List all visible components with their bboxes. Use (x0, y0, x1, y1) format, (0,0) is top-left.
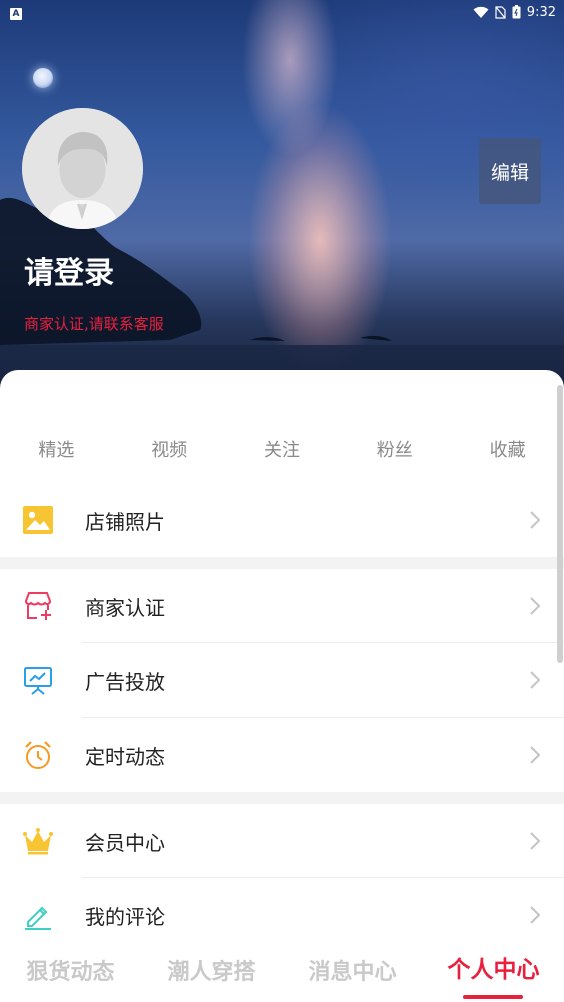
menu-item-member-center[interactable]: 会员中心 (0, 804, 564, 878)
status-time: 9:32 (526, 4, 556, 20)
alarm-clock-icon (22, 739, 54, 771)
menu-item-store-photos[interactable]: 店铺照片 (0, 483, 564, 557)
presentation-icon (22, 664, 54, 696)
menu-label: 商家认证 (85, 595, 165, 620)
chevron-right-icon (530, 746, 541, 764)
menu-item-scheduled-posts[interactable]: 定时动态 (0, 718, 564, 792)
no-sim-icon (495, 5, 506, 19)
shop-add-icon (22, 590, 54, 622)
bottom-nav: 狠货动态 潮人穿搭 消息中心 个人中心 (0, 938, 564, 1002)
stat-videos[interactable]: 视频 (113, 436, 226, 466)
chevron-right-icon (530, 671, 541, 689)
menu-label: 店铺照片 (85, 509, 165, 534)
tab-hot-goods[interactable]: 狠货动态 (0, 938, 141, 1002)
profile-header: A 9:32 请登录 商家认证,请联系客服 编辑 (0, 0, 564, 400)
tab-personal-center[interactable]: 个人中心 (423, 938, 564, 1002)
a-badge-icon: A (10, 7, 22, 20)
image-icon (22, 504, 54, 536)
menu-label: 定时动态 (85, 744, 165, 769)
status-bar: A 9:32 (0, 0, 564, 24)
login-prompt[interactable]: 请登录 (24, 248, 114, 292)
profile-card: 精选 视频 关注 粉丝 收藏 店铺照片 商家认证 广告投放 定时动态 会员中心 … (0, 370, 564, 1002)
battery-icon (512, 5, 521, 19)
avatar[interactable] (22, 108, 143, 229)
moon-decoration (33, 68, 53, 88)
menu-item-advertising[interactable]: 广告投放 (0, 643, 564, 717)
crown-icon (22, 825, 54, 857)
stats-row: 精选 视频 关注 粉丝 收藏 (0, 436, 564, 466)
menu-label: 广告投放 (85, 669, 165, 694)
section-divider (0, 792, 564, 804)
tab-messages[interactable]: 消息中心 (282, 938, 423, 1002)
stat-fans[interactable]: 粉丝 (338, 436, 451, 466)
merchant-note[interactable]: 商家认证,请联系客服 (24, 313, 164, 334)
menu-label: 会员中心 (85, 830, 165, 855)
wifi-icon (473, 6, 489, 18)
menu-item-merchant-verify[interactable]: 商家认证 (0, 569, 564, 643)
active-tab-indicator (463, 995, 523, 999)
default-user-icon (22, 108, 143, 229)
stat-favorites[interactable]: 收藏 (451, 436, 564, 466)
chevron-right-icon (530, 832, 541, 850)
scrollbar[interactable] (557, 385, 563, 663)
section-divider (0, 557, 564, 569)
chevron-right-icon (530, 906, 541, 924)
stat-following[interactable]: 关注 (226, 436, 339, 466)
chevron-right-icon (530, 511, 541, 529)
menu-label: 我的评论 (85, 904, 165, 929)
stat-featured[interactable]: 精选 (0, 436, 113, 466)
chevron-right-icon (530, 597, 541, 615)
tab-trendy-outfits[interactable]: 潮人穿搭 (141, 938, 282, 1002)
pen-icon (22, 899, 54, 931)
edit-button[interactable]: 编辑 (479, 138, 541, 204)
